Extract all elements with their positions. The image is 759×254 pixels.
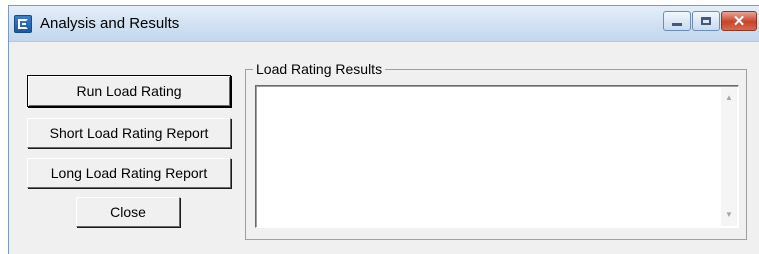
minimize-button[interactable]: [663, 11, 691, 31]
load-rating-results-group: Load Rating Results ▲ ▼: [245, 61, 747, 240]
window-controls: ✕: [663, 11, 757, 33]
close-icon: ✕: [732, 13, 746, 30]
short-load-rating-report-button[interactable]: Short Load Rating Report: [27, 118, 231, 148]
scroll-up-icon[interactable]: ▲: [721, 90, 737, 106]
vertical-scrollbar[interactable]: ▲ ▼: [721, 87, 737, 226]
title-bar[interactable]: Analysis and Results ✕: [9, 6, 759, 41]
long-load-rating-report-button[interactable]: Long Load Rating Report: [27, 158, 231, 188]
close-window-button[interactable]: ✕: [721, 11, 757, 31]
group-label: Load Rating Results: [253, 61, 386, 77]
close-button[interactable]: Close: [76, 197, 180, 227]
window-title: Analysis and Results: [40, 15, 180, 32]
app-icon[interactable]: [14, 15, 32, 33]
analysis-window: Analysis and Results ✕ Run Load Rating S…: [8, 5, 759, 254]
maximize-button[interactable]: [692, 11, 720, 31]
scroll-down-icon[interactable]: ▼: [721, 207, 737, 223]
minimize-icon: [672, 23, 682, 26]
run-load-rating-button[interactable]: Run Load Rating: [27, 75, 231, 107]
results-textarea[interactable]: ▲ ▼: [255, 85, 739, 228]
maximize-icon: [701, 17, 711, 25]
client-area: Run Load Rating Short Load Rating Report…: [9, 41, 759, 254]
